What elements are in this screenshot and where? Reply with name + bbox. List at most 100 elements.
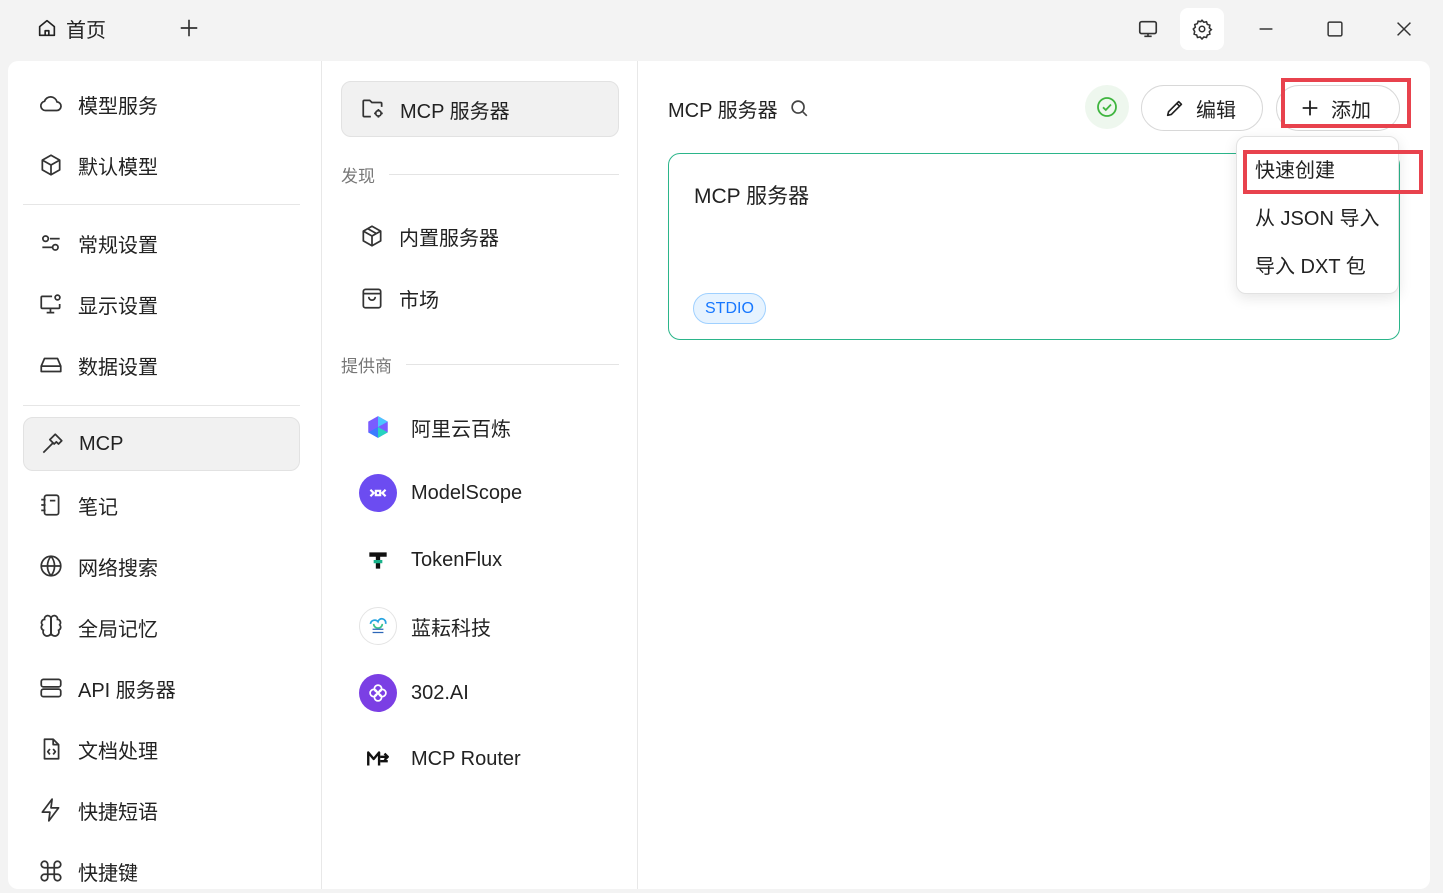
check-circle-icon — [1097, 97, 1117, 117]
group-discover-title: 发现 — [341, 166, 375, 186]
brain-icon — [40, 614, 62, 637]
edit-button[interactable]: 编辑 — [1141, 85, 1263, 131]
maximize-button[interactable] — [1313, 8, 1357, 50]
sidebar-item-general-settings[interactable]: 常规设置 — [23, 216, 300, 270]
cloud-icon — [40, 96, 62, 112]
group-providers-title: 提供商 — [341, 356, 392, 376]
menu-item-import-dxt[interactable]: 导入 DXT 包 — [1255, 249, 1366, 279]
display-settings-icon — [40, 294, 61, 314]
provider-mcp-router[interactable]: MCP Router — [341, 734, 619, 784]
provider-bailian[interactable]: 阿里云百炼 — [341, 402, 619, 452]
plus-icon — [180, 19, 198, 37]
provider-label: TokenFlux — [411, 548, 503, 571]
search-icon[interactable] — [788, 97, 810, 119]
sidebar-item-label: 全局记忆 — [78, 618, 158, 641]
shopping-bag-icon — [362, 288, 382, 309]
command-icon — [40, 860, 62, 882]
title-bar: 首页 — [0, 0, 1443, 56]
bailian-logo — [359, 408, 397, 446]
page-title-text: MCP 服务器 — [668, 99, 778, 122]
modelscope-logo — [359, 474, 397, 512]
provider-modelscope[interactable]: ModelScope — [341, 468, 619, 518]
sliders-icon — [42, 235, 60, 251]
add-dropdown-menu: 快速创建 从 JSON 导入 导入 DXT 包 — [1236, 136, 1399, 294]
minimize-button[interactable] — [1244, 8, 1288, 50]
sidebar-item-label: MCP — [79, 432, 124, 455]
group-providers: 提供商 — [341, 352, 619, 376]
provider-302ai[interactable]: 302.AI — [341, 668, 619, 718]
provider-lanyun[interactable]: 蓝耘科技 — [341, 601, 619, 651]
sidebar-item-data-settings[interactable]: 数据设置 — [23, 338, 300, 392]
mcp-router-logo — [359, 740, 397, 778]
tab-home[interactable]: 首页 — [36, 14, 106, 42]
sidebar-item-label: 常规设置 — [78, 234, 158, 257]
sidebar-item-quick-phrases[interactable]: 快捷短语 — [23, 783, 300, 837]
new-tab-button[interactable] — [176, 15, 202, 41]
sidebar-item-label: API 服务器 — [78, 679, 176, 702]
add-button-label: 添加 — [1331, 99, 1371, 122]
minimize-icon — [1259, 28, 1273, 30]
sync-status-button[interactable] — [1085, 85, 1129, 129]
add-button[interactable]: 添加 — [1276, 85, 1400, 131]
settings-sidebar: 模型服务 默认模型 常规设置 显示设置 数据设置 MCP 笔记 网络搜索 全局记… — [8, 61, 322, 889]
sidebar-item-web-search[interactable]: 网络搜索 — [23, 539, 300, 593]
sidebar-item-doc-processing[interactable]: 文档处理 — [23, 722, 300, 776]
sidebar-item-display-settings[interactable]: 显示设置 — [23, 277, 300, 331]
302ai-logo — [359, 674, 397, 712]
subnav-item-builtin-servers[interactable]: 内置服务器 — [341, 211, 619, 261]
close-button[interactable] — [1382, 8, 1426, 50]
subnav-header-label: MCP 服务器 — [400, 100, 510, 123]
settings-button[interactable] — [1180, 8, 1224, 50]
sidebar-item-label: 快捷短语 — [78, 801, 158, 824]
sidebar-item-default-model[interactable]: 默认模型 — [23, 138, 300, 192]
provider-label: 阿里云百炼 — [411, 418, 511, 441]
close-icon — [1397, 22, 1411, 36]
transport-badge: STDIO — [693, 293, 766, 324]
folder-gear-icon — [362, 99, 383, 118]
sidebar-item-api-server[interactable]: API 服务器 — [23, 661, 300, 715]
sidebar-item-mcp[interactable]: MCP — [23, 417, 300, 471]
provider-label: MCP Router — [411, 747, 521, 770]
gear-icon — [1192, 19, 1213, 40]
mini-window-button[interactable] — [1126, 8, 1170, 50]
sidebar-item-global-memory[interactable]: 全局记忆 — [23, 600, 300, 654]
sidebar-item-label: 笔记 — [78, 496, 118, 519]
sidebar-item-label: 显示设置 — [78, 295, 158, 318]
globe-icon — [40, 555, 62, 577]
sidebar-divider — [23, 405, 300, 406]
sidebar-item-label: 快捷键 — [78, 862, 138, 885]
provider-tokenflux[interactable]: TokenFlux — [341, 535, 619, 585]
menu-item-import-json[interactable]: 从 JSON 导入 — [1255, 201, 1379, 231]
lanyun-logo — [359, 607, 397, 645]
group-discover: 发现 — [341, 162, 619, 186]
page-title: MCP 服务器 — [668, 93, 810, 123]
sidebar-item-notes[interactable]: 笔记 — [23, 478, 300, 532]
monitor-icon — [1138, 20, 1158, 38]
subnav-item-label: 内置服务器 — [399, 227, 499, 250]
subnav-item-market[interactable]: 市场 — [341, 273, 619, 323]
sidebar-item-shortcuts[interactable]: 快捷键 — [23, 844, 300, 889]
menu-item-quick-create[interactable]: 快速创建 — [1255, 153, 1335, 183]
group-divider — [389, 173, 619, 175]
hammer-icon — [42, 433, 63, 454]
sidebar-item-label: 模型服务 — [78, 95, 158, 118]
group-divider — [406, 363, 619, 365]
tab-home-label: 首页 — [66, 19, 106, 42]
subnav-mcp-servers[interactable]: MCP 服务器 — [341, 81, 619, 137]
sidebar-item-label: 默认模型 — [78, 156, 158, 179]
cube-icon — [41, 154, 61, 176]
notebook-icon — [41, 494, 60, 516]
maximize-icon — [1327, 21, 1343, 37]
drive-icon — [40, 357, 62, 373]
zap-icon — [41, 798, 60, 822]
provider-label: 302.AI — [411, 681, 469, 704]
sidebar-item-label: 文档处理 — [78, 740, 158, 763]
edit-button-label: 编辑 — [1196, 99, 1236, 122]
server-icon — [40, 678, 62, 698]
sidebar-item-model-service[interactable]: 模型服务 — [23, 77, 300, 131]
home-icon — [38, 19, 56, 37]
sidebar-item-label: 数据设置 — [78, 356, 158, 379]
sidebar-item-label: 网络搜索 — [78, 557, 158, 580]
mcp-subnav: MCP 服务器 发现 内置服务器 市场 提供商 阿里云百炼 ModelScope… — [323, 61, 638, 889]
provider-label: ModelScope — [411, 481, 523, 504]
